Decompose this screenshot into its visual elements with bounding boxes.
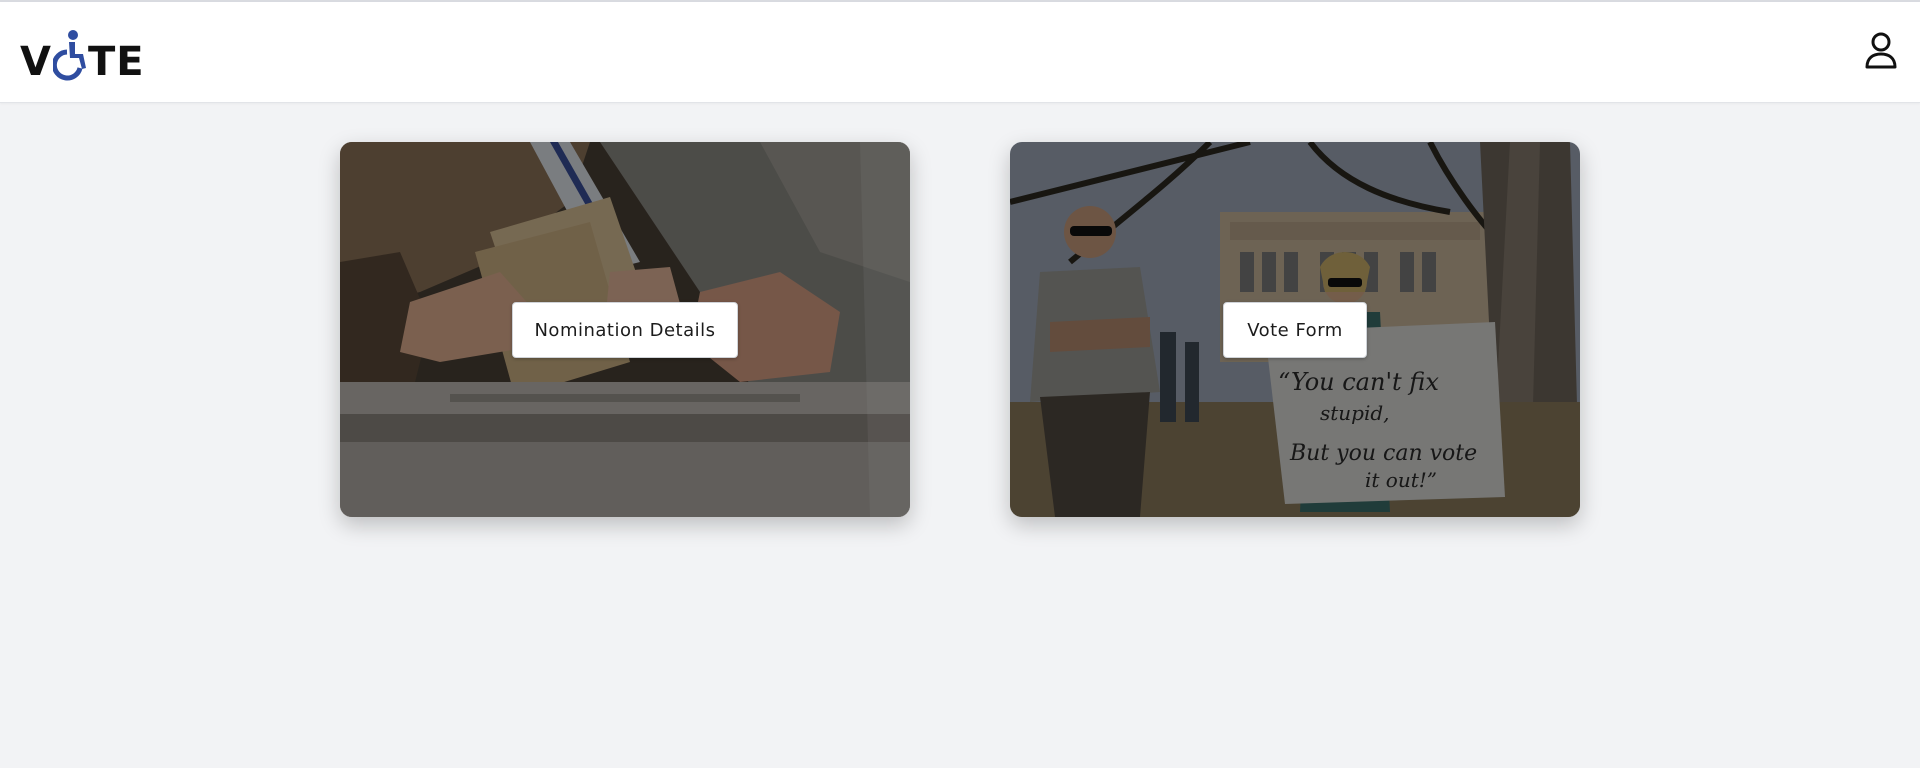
logo-text: V TE	[20, 30, 145, 82]
nomination-details-button[interactable]: Nomination Details	[512, 302, 738, 358]
vote-form-card[interactable]: “You can't fix stupid, But you can vote …	[1010, 142, 1580, 517]
vote-logo[interactable]: V TE	[20, 26, 145, 82]
logo-letter-v: V	[20, 39, 52, 85]
vote-form-button[interactable]: Vote Form	[1223, 302, 1367, 358]
logo-letters-te: TE	[87, 39, 145, 85]
wheelchair-accessibility-icon	[51, 30, 87, 82]
nomination-card[interactable]: Nomination Details	[340, 142, 910, 517]
top-navbar: V TE	[0, 2, 1920, 103]
user-icon[interactable]	[1864, 30, 1898, 70]
